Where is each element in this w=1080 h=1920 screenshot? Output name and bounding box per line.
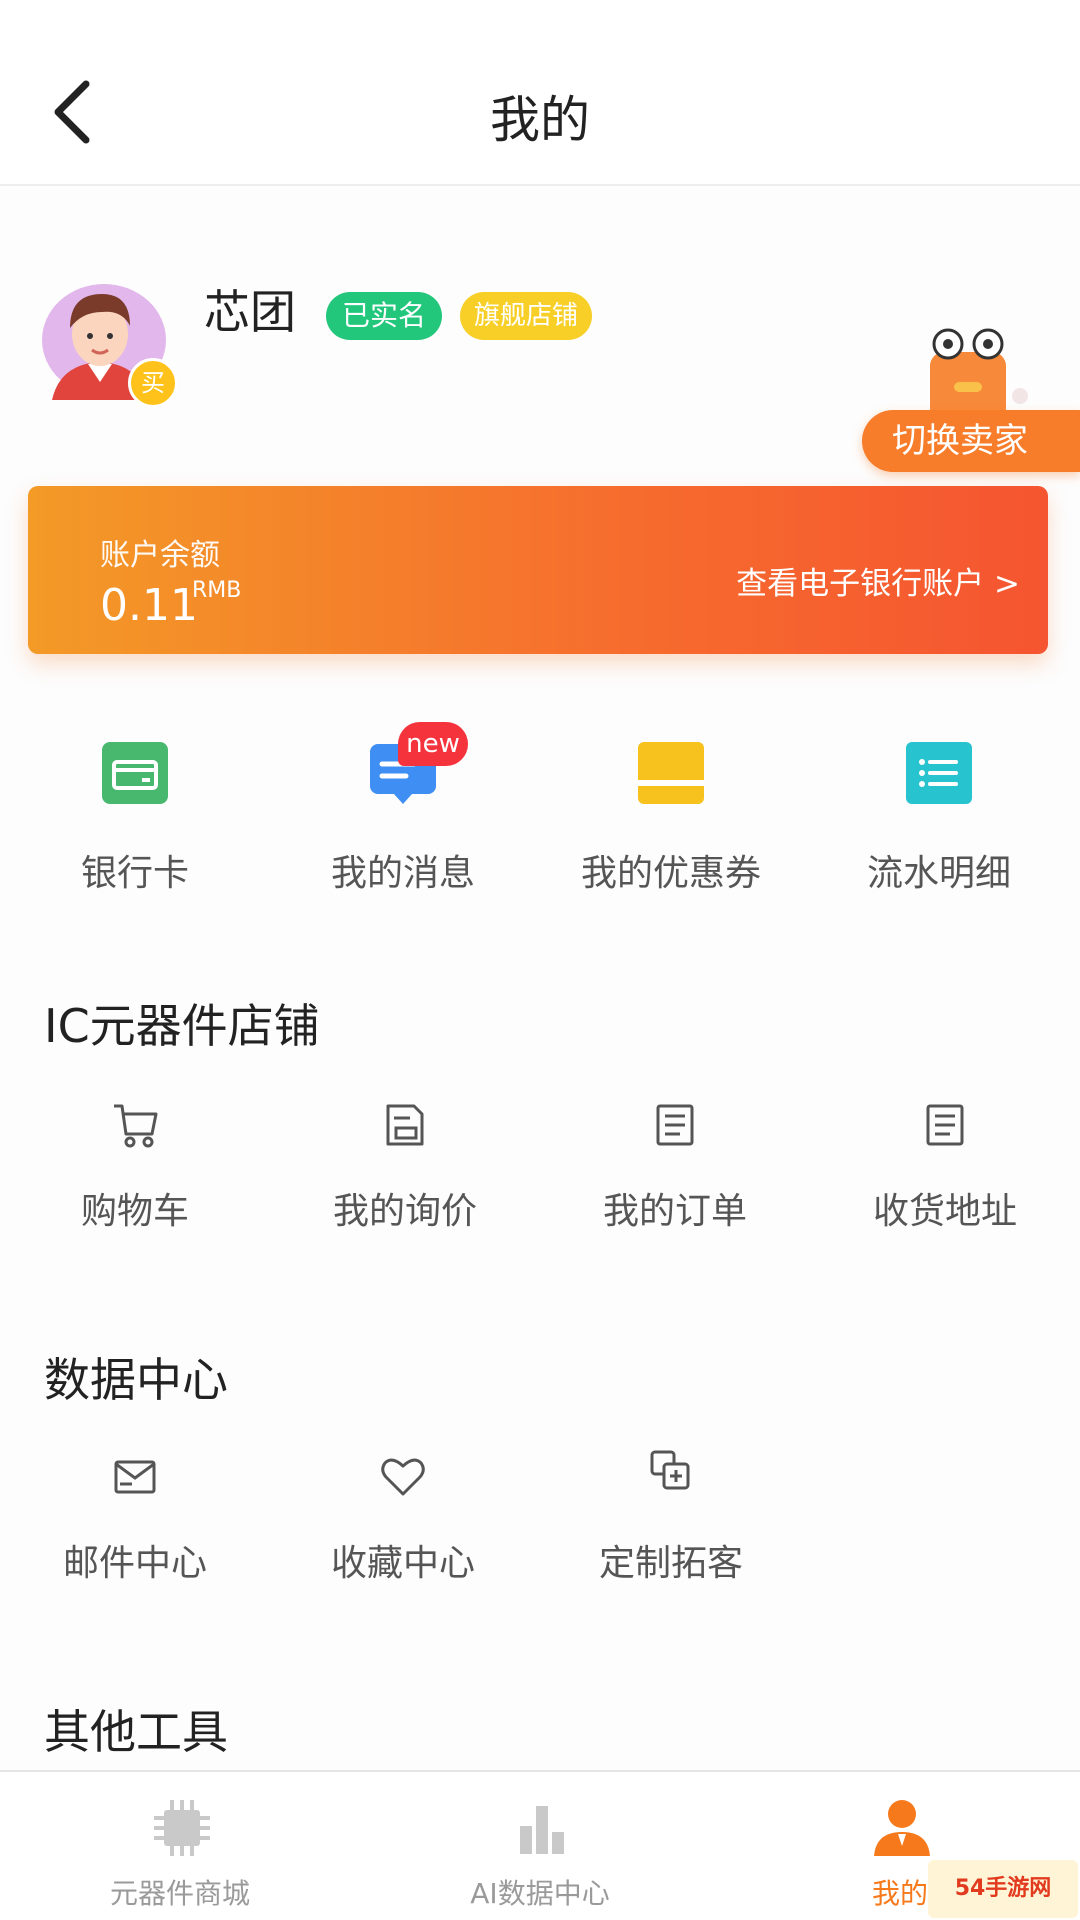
heart-icon [381,1458,425,1496]
bottom-nav: 元器件商城 AI数据中心 我的 [0,1770,1080,1920]
inquiry-item[interactable]: 我的询价 [270,1100,540,1260]
coupon-icon [638,742,704,804]
new-badge: new [398,722,468,766]
nav-label: AI数据中心 [470,1877,610,1910]
grid-label: 收藏中心 [330,1543,475,1584]
nav-component-mall[interactable]: 元器件商城 [0,1772,360,1920]
custom-leads-item[interactable]: 定制拓客 [536,1446,806,1606]
orders-item[interactable]: 我的订单 [540,1100,810,1260]
watermark-logo: 54手游网 [928,1860,1078,1918]
grid-label: 定制拓客 [598,1543,743,1584]
quick-label: 我的优惠券 [580,853,761,894]
custom-icon [650,1450,690,1490]
order-icon [656,1104,694,1146]
grid-label: 我的订单 [602,1191,747,1232]
verified-badge: 已实名 [326,292,443,340]
page: 我的 买 芯团 已实名 旗舰店铺 切换卖家 账户余额 0.11 RMB 查看电子… [0,0,1080,1920]
cart-item[interactable]: 购物车 [0,1100,270,1260]
switch-seller-button[interactable]: 切换卖家 [862,410,1080,472]
inquiry-icon [386,1104,424,1146]
quick-bank-card[interactable]: 银行卡 [0,740,270,900]
grid-label: 购物车 [80,1191,189,1232]
balance-unit: RMB [192,578,242,603]
balance-value: 0.11 [100,580,198,631]
grid-label: 邮件中心 [62,1543,207,1584]
section-title-ic-store: IC元器件店铺 [44,999,320,1053]
header: 我的 [0,0,1080,186]
grid-label: 收货地址 [872,1191,1017,1232]
chip-icon [154,1800,210,1856]
mail-center-item[interactable]: 邮件中心 [0,1452,270,1612]
favorites-center-item[interactable]: 收藏中心 [268,1452,538,1612]
bar-chart-icon [520,1806,564,1854]
username: 芯团 [204,285,296,339]
view-bank-account-link[interactable]: 查看电子银行账户 > [736,558,1020,603]
user-icon [874,1800,930,1856]
grid-label: 我的询价 [332,1191,477,1232]
quick-coupons[interactable]: 我的优惠券 [536,740,806,900]
mascot-icon [920,322,1030,422]
address-item[interactable]: 收货地址 [810,1100,1080,1260]
section-title-other-tools: 其他工具 [44,1705,228,1759]
quick-label: 流水明细 [866,853,1011,894]
nav-ai-data-center[interactable]: AI数据中心 [360,1772,720,1920]
bank-card-icon [102,742,168,804]
balance-label: 账户余额 [100,538,220,573]
quick-label: 我的消息 [330,853,475,894]
balance-card: 账户余额 0.11 RMB 查看电子银行账户 > [28,486,1048,654]
cart-icon [114,1104,158,1148]
quick-transactions[interactable]: 流水明细 [804,740,1074,900]
mail-icon [114,1460,156,1494]
section-title-data-center: 数据中心 [44,1353,228,1407]
flagship-store-badge: 旗舰店铺 [460,292,593,340]
quick-label: 银行卡 [80,853,189,894]
nav-label: 元器件商城 [109,1877,250,1910]
page-title: 我的 [490,91,590,149]
address-icon [926,1104,964,1146]
buyer-badge: 买 [128,358,178,408]
list-detail-icon [906,742,972,804]
